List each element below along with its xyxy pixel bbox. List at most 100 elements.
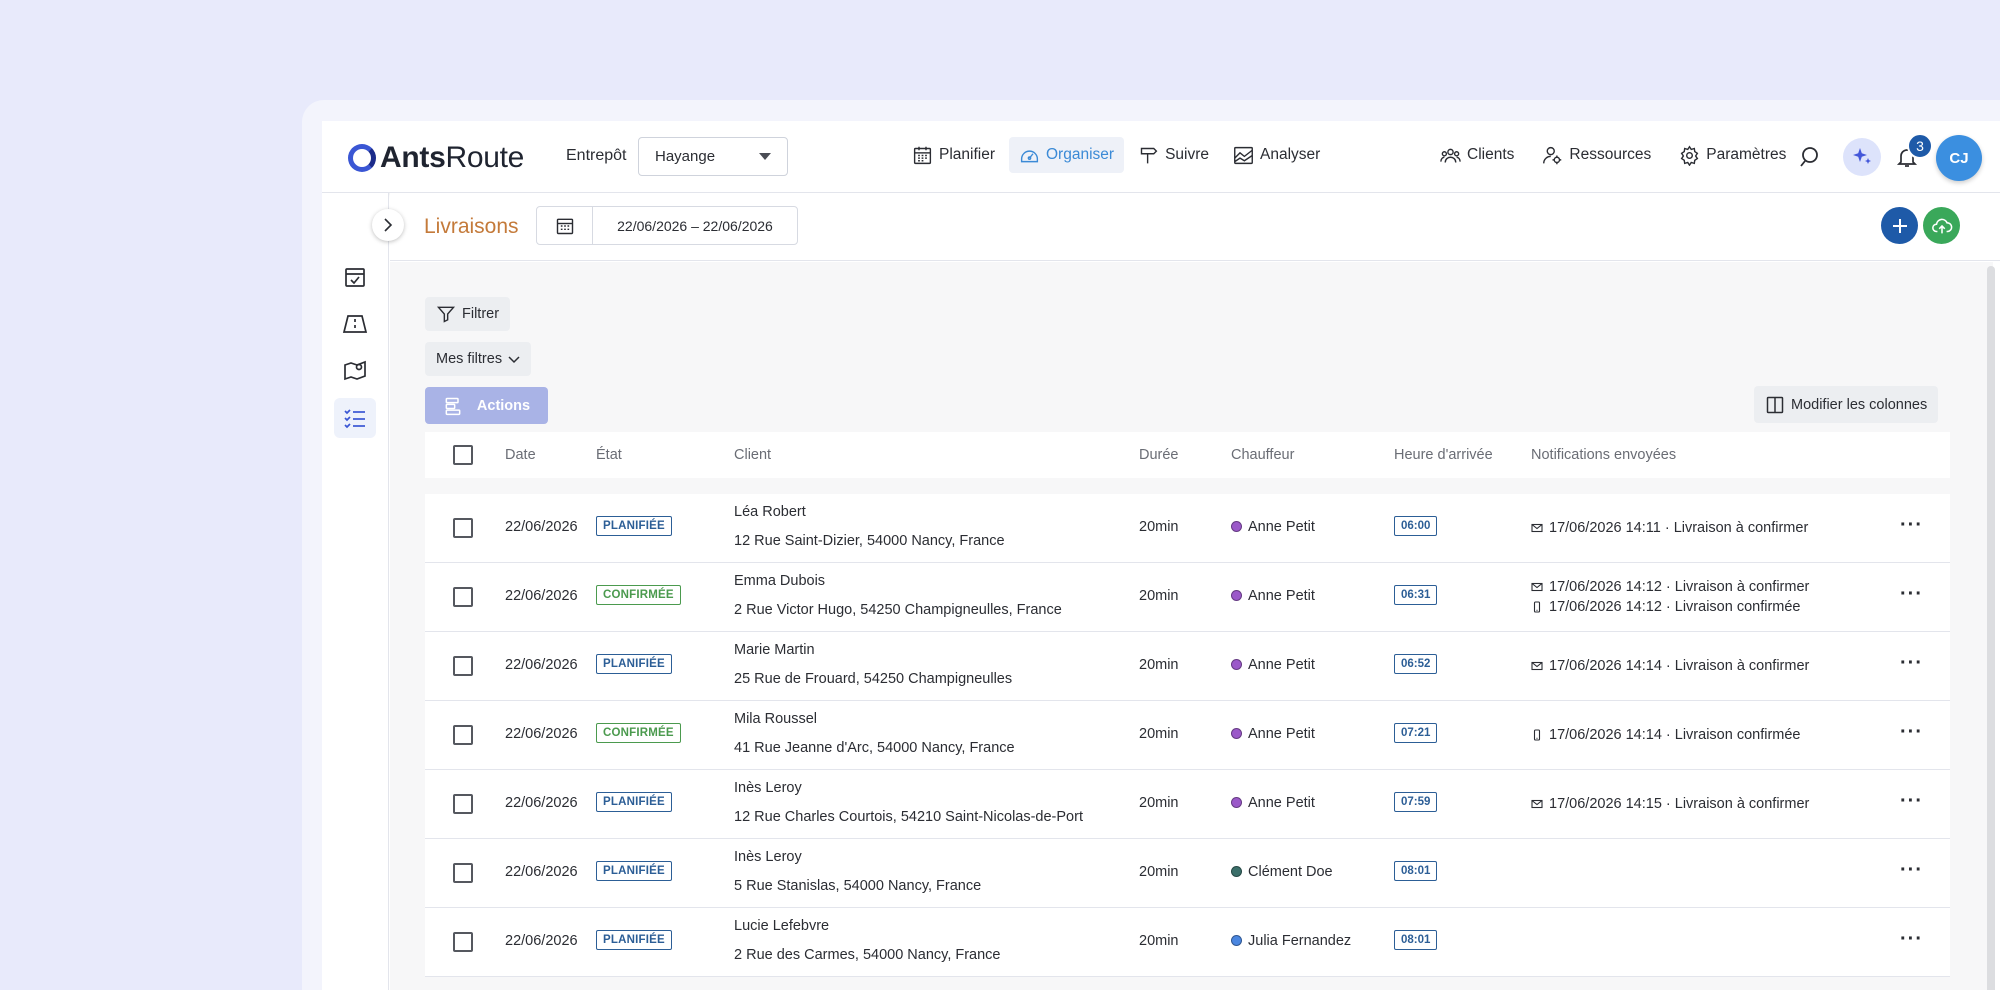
status-badge: CONFIRMÉE: [596, 585, 681, 605]
arrival-time-badge: 06:52: [1394, 654, 1438, 674]
row-checkbox[interactable]: [453, 656, 473, 676]
row-driver-name: Anne Petit: [1248, 726, 1315, 742]
warehouse-select[interactable]: Hayange: [638, 137, 788, 176]
notifications-badge: 3: [1907, 133, 1933, 159]
nav-ressources[interactable]: Ressources: [1532, 137, 1661, 173]
column-date[interactable]: Date: [505, 447, 536, 463]
column-arrival[interactable]: Heure d'arrivée: [1394, 447, 1493, 463]
notification-text: 17/06/2026 14:11 · Livraison à confirmer: [1549, 520, 1809, 536]
warehouse-label: Entrepôt: [566, 147, 627, 164]
column-client[interactable]: Client: [734, 447, 771, 463]
row-client-name: Emma Dubois: [734, 573, 826, 589]
row-notifications: 17/06/2026 14:15 · Livraison à confirmer: [1531, 794, 1809, 814]
table-row[interactable]: 22/06/2026 PLANIFIÉE Lucie Lefebvre 2 Ru…: [425, 908, 1950, 977]
row-checkbox[interactable]: [453, 863, 473, 883]
row-more-button[interactable]: ···: [1900, 652, 1923, 675]
user-gear-icon: [1543, 146, 1562, 164]
driver-color-dot: [1231, 797, 1242, 808]
row-more-button[interactable]: ···: [1900, 514, 1923, 537]
add-delivery-button[interactable]: [1881, 207, 1918, 244]
rail-item-routes[interactable]: [334, 304, 376, 344]
rail-item-map[interactable]: [334, 351, 376, 391]
table-row[interactable]: 22/06/2026 CONFIRMÉE Mila Roussel 41 Rue…: [425, 701, 1950, 770]
row-duration: 20min: [1139, 588, 1179, 604]
notification-text: 17/06/2026 14:14 · Livraison à confirmer: [1549, 658, 1810, 674]
funnel-icon: [436, 306, 456, 323]
table-row[interactable]: 22/06/2026 PLANIFIÉE Inès Leroy 12 Rue C…: [425, 770, 1950, 839]
ai-assistant-button[interactable]: [1843, 138, 1881, 176]
vertical-scrollbar[interactable]: [1987, 266, 1995, 990]
row-arrival-cell: 07:21: [1394, 723, 1438, 743]
my-filters-dropdown[interactable]: Mes filtres: [425, 342, 532, 376]
nav-clients-label: Clients: [1467, 146, 1515, 163]
driver-color-dot: [1231, 935, 1242, 946]
rail-item-deliveries[interactable]: [334, 398, 376, 438]
date-range-picker[interactable]: 22/06/2026 – 22/06/2026: [536, 206, 798, 245]
row-checkbox[interactable]: [453, 518, 473, 538]
row-notifications: 17/06/2026 14:12 · Livraison à confirmer…: [1531, 577, 1809, 617]
row-checkbox[interactable]: [453, 794, 473, 814]
modify-columns-button[interactable]: Modifier les colonnes: [1754, 386, 1939, 423]
row-driver: Anne Petit: [1231, 519, 1315, 535]
nav-clients[interactable]: Clients: [1430, 137, 1524, 173]
search-icon: [1800, 147, 1818, 167]
nav-suivre-label: Suivre: [1165, 146, 1209, 163]
row-state-cell: CONFIRMÉE: [596, 723, 681, 743]
gear-icon: [1680, 144, 1699, 166]
column-driver[interactable]: Chauffeur: [1231, 447, 1294, 463]
row-checkbox[interactable]: [453, 725, 473, 745]
row-checkbox[interactable]: [453, 587, 473, 607]
mail-icon: [1531, 523, 1543, 533]
column-notifications[interactable]: Notifications envoyées: [1531, 447, 1676, 463]
table-row[interactable]: 22/06/2026 CONFIRMÉE Emma Dubois 2 Rue V…: [425, 563, 1950, 632]
filter-button[interactable]: Filtrer: [425, 297, 511, 331]
row-client-address: 12 Rue Saint-Dizier, 54000 Nancy, France: [734, 533, 1005, 549]
row-checkbox[interactable]: [453, 932, 473, 952]
nav-parametres-label: Paramètres: [1706, 146, 1787, 163]
column-duration[interactable]: Durée: [1139, 447, 1179, 463]
expand-sidebar-button[interactable]: [372, 209, 404, 241]
notification-entry: 17/06/2026 14:12 · Livraison à confirmer: [1531, 577, 1809, 597]
actions-button[interactable]: Actions: [425, 387, 548, 424]
row-more-button[interactable]: ···: [1900, 583, 1923, 606]
nav-planifier[interactable]: Planifier: [902, 137, 1005, 173]
user-avatar[interactable]: CJ: [1936, 135, 1982, 181]
logo-mark-icon: [348, 144, 376, 172]
row-notifications: 17/06/2026 14:14 · Livraison confirmée: [1531, 725, 1801, 745]
mail-icon: [1531, 582, 1543, 592]
row-client-name: Léa Robert: [734, 504, 806, 520]
arrival-time-badge: 08:01: [1394, 861, 1438, 881]
status-badge: PLANIFIÉE: [596, 654, 672, 674]
row-arrival-cell: 06:52: [1394, 654, 1438, 674]
row-arrival-cell: 07:59: [1394, 792, 1438, 812]
users-icon: [1440, 148, 1461, 163]
table-row[interactable]: 22/06/2026 PLANIFIÉE Inès Leroy 5 Rue St…: [425, 839, 1950, 908]
driver-color-dot: [1231, 728, 1242, 739]
modify-columns-label: Modifier les colonnes: [1791, 396, 1928, 413]
sub-header: Livraisons 22/06/2026 – 22/06/2026: [390, 193, 2000, 261]
table-row[interactable]: 22/06/2026 PLANIFIÉE Léa Robert 12 Rue S…: [425, 494, 1950, 563]
nav-suivre[interactable]: Suivre: [1128, 137, 1219, 173]
notification-text: 17/06/2026 14:15 · Livraison à confirmer: [1549, 796, 1810, 812]
row-driver: Julia Fernandez: [1231, 933, 1351, 949]
select-all-checkbox[interactable]: [453, 445, 473, 465]
table-row[interactable]: 22/06/2026 PLANIFIÉE Marie Martin 25 Rue…: [425, 632, 1950, 701]
left-rail: [322, 193, 389, 990]
nav-parametres[interactable]: Paramètres: [1669, 137, 1796, 173]
row-duration: 20min: [1139, 933, 1179, 949]
row-client-address: 2 Rue Victor Hugo, 54250 Champigneulles,…: [734, 602, 1062, 618]
row-more-button[interactable]: ···: [1900, 859, 1923, 882]
nav-organiser[interactable]: Organiser: [1009, 137, 1125, 173]
logo[interactable]: AntsRoute: [348, 141, 524, 175]
nav-analyser[interactable]: Analyser: [1223, 137, 1330, 173]
date-picker-button[interactable]: [537, 207, 593, 244]
row-more-button[interactable]: ···: [1900, 721, 1923, 744]
row-more-button[interactable]: ···: [1900, 790, 1923, 813]
row-client-name: Lucie Lefebvre: [734, 918, 830, 934]
rail-item-tasks[interactable]: [334, 257, 376, 297]
column-state[interactable]: État: [596, 447, 622, 463]
import-button[interactable]: [1923, 207, 1960, 244]
search-button[interactable]: [1792, 138, 1830, 176]
row-more-button[interactable]: ···: [1900, 928, 1923, 951]
road-icon: [342, 315, 368, 333]
